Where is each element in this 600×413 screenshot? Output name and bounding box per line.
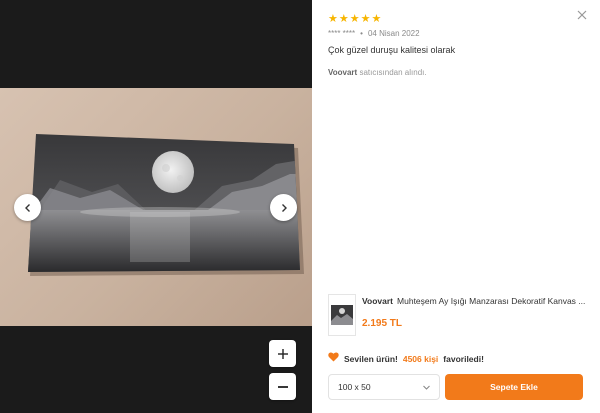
- review-photo: [0, 88, 312, 326]
- chevron-down-icon: [423, 385, 430, 390]
- zoom-out-button[interactable]: [269, 373, 296, 400]
- previous-image-button[interactable]: [14, 194, 41, 221]
- plus-icon: [277, 348, 288, 359]
- size-select[interactable]: 100 x 50: [328, 374, 440, 400]
- product-title[interactable]: Voovart Muhteşem Ay Işığı Manzarası Dekor…: [362, 296, 590, 306]
- product-brand: Voovart: [362, 296, 394, 306]
- favorite-info: Sevilen ürün! 4506 kişi favoriledi!: [328, 352, 484, 365]
- star-icon: ★: [360, 13, 371, 25]
- seller-name: Voovart: [328, 68, 358, 77]
- product-thumbnail: [328, 294, 356, 336]
- seller-suffix: satıcısından alındı.: [359, 68, 427, 77]
- close-icon: [577, 10, 587, 20]
- next-image-button[interactable]: [270, 194, 297, 221]
- product-thumbnail-image: [331, 305, 353, 325]
- chevron-left-icon: [24, 203, 30, 212]
- seller-info: Voovart satıcısından alındı.: [328, 68, 427, 77]
- product-name: Muhteşem Ay Işığı Manzarası Dekoratif Ka…: [397, 296, 586, 306]
- favorite-count: 4506 kişi: [402, 353, 439, 364]
- add-to-cart-button[interactable]: Sepete Ekle: [445, 374, 583, 400]
- review-comment: Çok güzel duruşu kalitesi olarak: [328, 45, 456, 55]
- canvas-painting-image: [28, 134, 304, 276]
- close-button[interactable]: [575, 8, 589, 22]
- review-author: **** ****: [328, 29, 356, 38]
- zoom-in-button[interactable]: [269, 340, 296, 367]
- favorite-suffix: favoriledi!: [443, 353, 484, 364]
- star-icon: ★: [349, 13, 360, 25]
- star-icon: ★: [338, 13, 349, 25]
- image-viewer: [0, 0, 312, 413]
- product-card[interactable]: Voovart Muhteşem Ay Işığı Manzarası Dekor…: [328, 294, 590, 336]
- heart-icon: [328, 352, 339, 365]
- minus-icon: [277, 385, 288, 388]
- size-select-value: 100 x 50: [338, 382, 371, 392]
- rating-stars: ★ ★ ★ ★ ★: [328, 13, 381, 25]
- chevron-right-icon: [281, 203, 287, 212]
- star-icon: ★: [328, 13, 338, 25]
- favorite-prefix: Sevilen ürün!: [344, 353, 398, 364]
- meta-separator: •: [360, 29, 363, 38]
- star-icon: ★: [371, 13, 382, 25]
- product-price: 2.195 TL: [362, 318, 403, 329]
- review-panel: ★ ★ ★ ★ ★ **** **** • 04 Nisan 2022 Çok …: [312, 0, 600, 413]
- review-date: 04 Nisan 2022: [367, 29, 420, 38]
- review-meta: **** **** • 04 Nisan 2022: [328, 29, 420, 38]
